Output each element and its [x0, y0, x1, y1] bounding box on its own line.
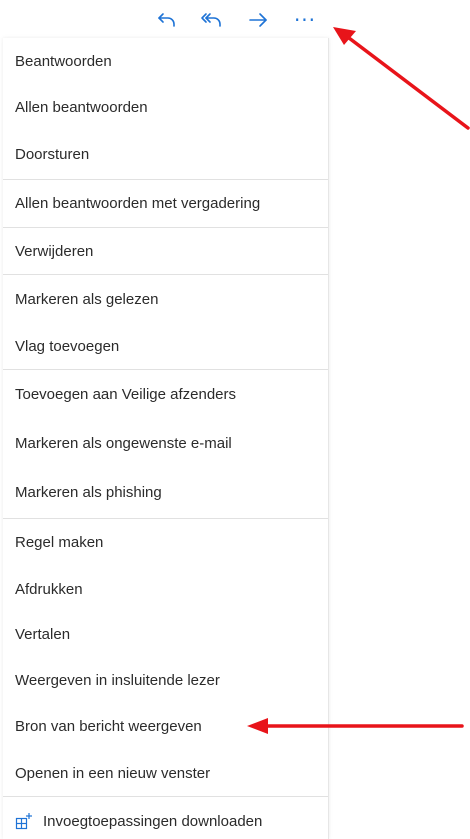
menu-item-label: Beantwoorden: [15, 53, 112, 70]
menu-item-label: Markeren als gelezen: [15, 290, 159, 308]
menu-item-mark-phishing[interactable]: Markeren als phishing: [3, 467, 328, 518]
annotation-arrow-top: [333, 27, 470, 130]
menu-item-reply[interactable]: Beantwoorden: [3, 38, 328, 85]
menu-item-create-rule[interactable]: Regel maken: [3, 519, 328, 566]
menu-group-addins: Invoegtoepassingen downloaden: [3, 797, 328, 839]
menu-item-reply-all-meeting[interactable]: Allen beantwoorden met vergadering: [3, 180, 328, 227]
menu-item-label: Regel maken: [15, 534, 104, 551]
menu-item-label: Invoegtoepassingen downloaden: [43, 812, 263, 830]
menu-item-safe-senders[interactable]: Toevoegen aan Veilige afzenders: [3, 370, 328, 419]
reply-icon: [158, 13, 175, 27]
menu-item-immersive-reader[interactable]: Weergeven in insluitende lezer: [3, 657, 328, 703]
menu-item-translate[interactable]: Vertalen: [3, 612, 328, 657]
menu-item-label: Vlag toevoegen: [15, 337, 120, 355]
menu-item-reply-all[interactable]: Allen beantwoorden: [3, 85, 328, 129]
more-actions-button[interactable]: ···: [291, 6, 319, 34]
reply-button[interactable]: [153, 6, 181, 34]
menu-item-view-source[interactable]: Bron van bericht weergeven: [3, 703, 328, 750]
menu-item-flag[interactable]: Vlag toevoegen: [3, 323, 328, 369]
menu-group-delete: Verwijderen: [3, 228, 328, 275]
menu-group-security: Toevoegen aan Veilige afzenders Markeren…: [3, 370, 328, 519]
menu-group-meeting: Allen beantwoorden met vergadering: [3, 180, 328, 228]
menu-item-label: Weergeven in insluitende lezer: [15, 671, 220, 689]
menu-item-label: Openen in een nieuw venster: [15, 764, 211, 782]
menu-item-delete[interactable]: Verwijderen: [3, 228, 328, 274]
menu-item-get-addins[interactable]: Invoegtoepassingen downloaden: [3, 797, 328, 839]
menu-item-label: Markeren als ongewenste e-mail: [15, 434, 232, 452]
menu-item-print[interactable]: Afdrukken: [3, 566, 328, 612]
menu-item-label: Markeren als phishing: [15, 484, 162, 501]
forward-arrow-icon: [249, 13, 267, 27]
menu-item-label: Verwijderen: [15, 242, 94, 260]
menu-item-mark-read[interactable]: Markeren als gelezen: [3, 275, 328, 323]
reply-all-icon: [201, 13, 221, 27]
screenshot-root: ··· Beantwoorden Allen beantwoorden Door…: [0, 0, 470, 839]
menu-group-mark: Markeren als gelezen Vlag toevoegen: [3, 275, 328, 370]
menu-item-open-new-window[interactable]: Openen in een nieuw venster: [3, 750, 328, 796]
menu-item-label: Allen beantwoorden: [15, 98, 148, 116]
menu-item-label: Doorsturen: [15, 145, 90, 163]
menu-item-mark-junk[interactable]: Markeren als ongewenste e-mail: [3, 419, 328, 467]
menu-item-label: Vertalen: [15, 626, 71, 643]
menu-item-forward[interactable]: Doorsturen: [3, 129, 328, 179]
menu-item-label: Afdrukken: [15, 580, 83, 598]
menu-group-tools: Regel maken Afdrukken Vertalen Weergeven…: [3, 519, 328, 797]
forward-button[interactable]: [244, 6, 272, 34]
more-actions-menu: Beantwoorden Allen beantwoorden Doorstur…: [3, 38, 329, 839]
menu-item-label: Allen beantwoorden met vergadering: [15, 195, 261, 212]
menu-item-label: Bron van bericht weergeven: [15, 718, 202, 735]
menu-item-label: Toevoegen aan Veilige afzenders: [15, 386, 237, 403]
message-toolbar: ···: [0, 0, 470, 40]
add-apps-icon: [15, 812, 33, 830]
more-dots-icon: ···: [293, 8, 317, 32]
menu-group-reply: Beantwoorden Allen beantwoorden Doorstur…: [3, 38, 328, 180]
reply-all-button[interactable]: [198, 6, 226, 34]
